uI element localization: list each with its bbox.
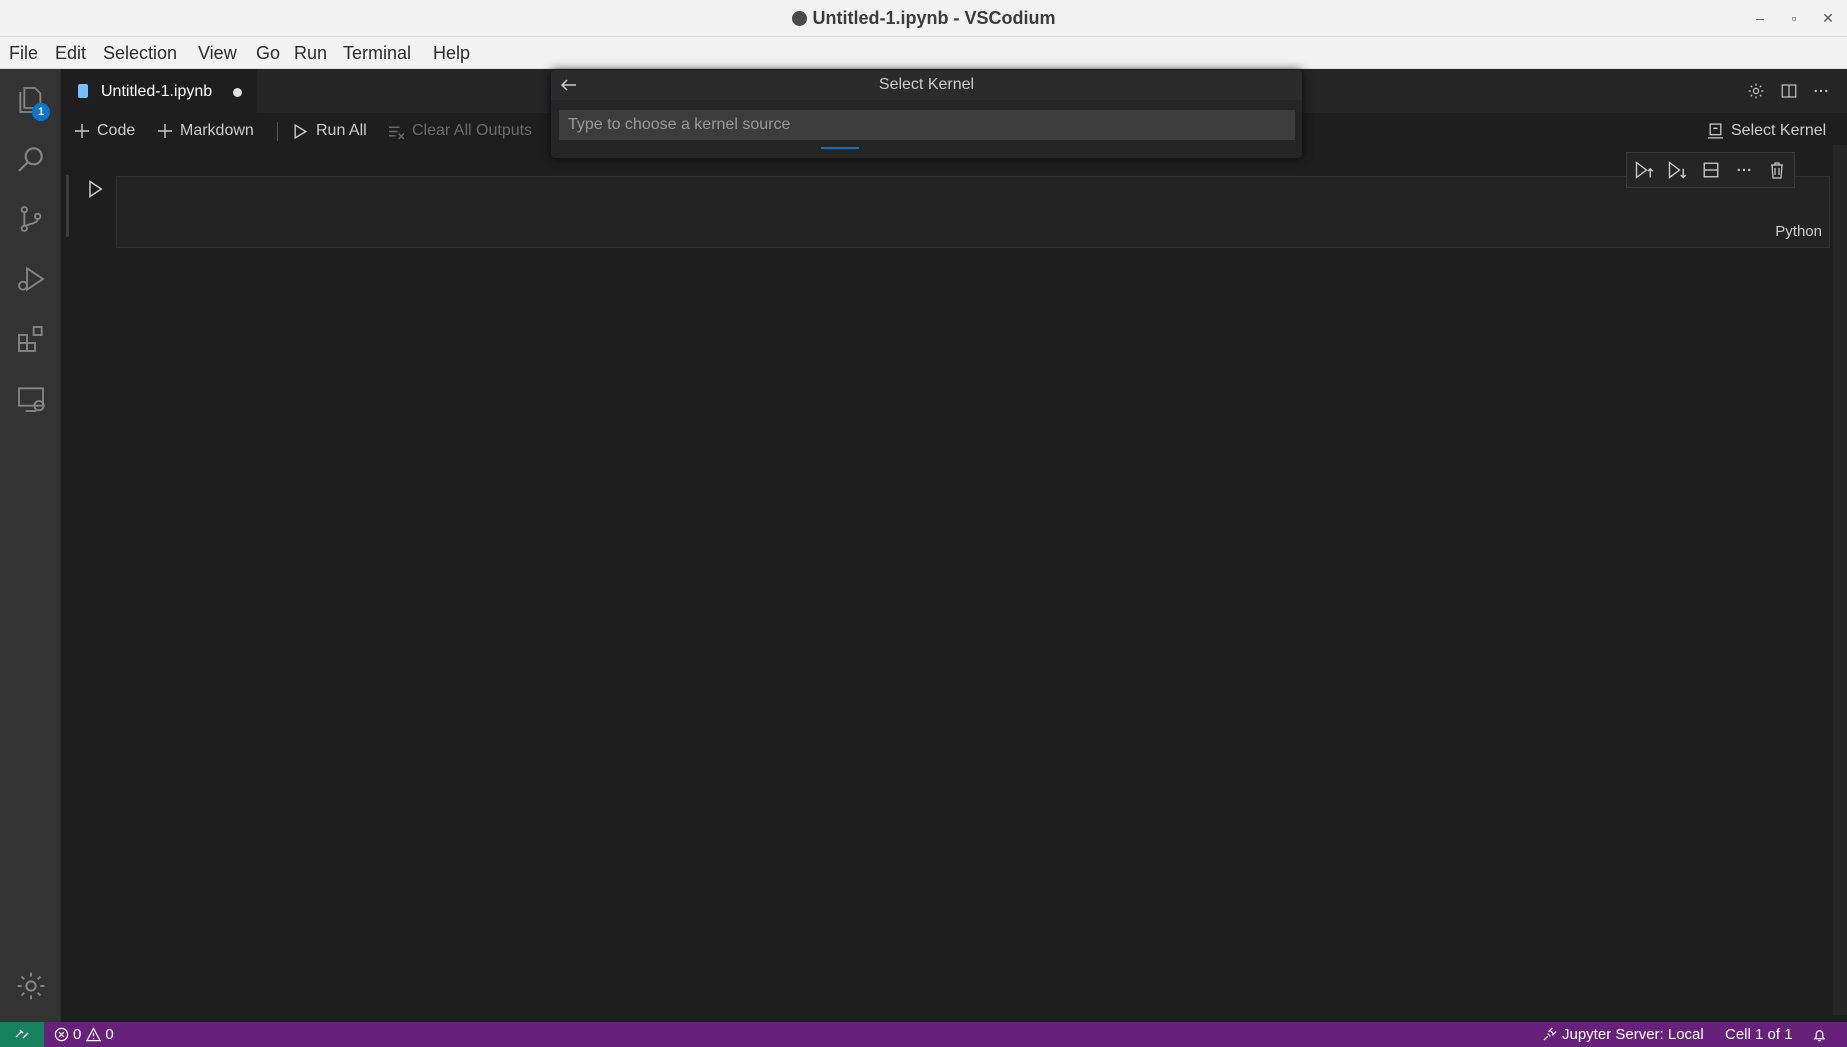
add-markdown-label: Markdown <box>180 122 254 139</box>
remote-explorer-icon[interactable] <box>0 371 61 427</box>
run-all-button[interactable]: Run All <box>292 113 367 149</box>
editor-scrollbar[interactable] <box>1833 145 1847 1015</box>
kernel-source-input[interactable] <box>559 110 1295 140</box>
run-debug-icon[interactable] <box>0 251 61 307</box>
plus-icon <box>75 124 89 138</box>
menu-view[interactable]: View <box>198 37 237 69</box>
cell-more-actions-icon[interactable] <box>1727 161 1760 179</box>
more-actions-icon[interactable] <box>1806 69 1836 113</box>
clear-all-outputs-button[interactable]: Clear All Outputs <box>388 113 532 149</box>
cell-language[interactable]: Python <box>1775 223 1822 240</box>
activity-bar: 1 <box>0 69 61 1022</box>
error-count: 0 <box>73 1026 82 1043</box>
plug-icon <box>1543 1027 1557 1041</box>
extensions-icon[interactable] <box>0 311 61 367</box>
notebook-settings-icon[interactable] <box>1741 69 1771 113</box>
select-kernel-button[interactable]: Select Kernel <box>1707 113 1826 149</box>
clear-outputs-icon <box>389 126 405 139</box>
menu-terminal[interactable]: Terminal <box>343 37 411 69</box>
tab-untitled-notebook[interactable]: Untitled-1.ipynb <box>61 69 257 113</box>
window-title: Untitled-1.ipynb - VSCodium <box>0 0 1847 37</box>
source-control-icon[interactable] <box>0 191 61 247</box>
title-bar: Untitled-1.ipynb - VSCodium – ▫ ✕ <box>0 0 1847 37</box>
cell-focus-indicator <box>66 175 69 237</box>
problems-indicator[interactable]: 0 0 <box>54 1022 114 1047</box>
run-all-label: Run All <box>316 122 367 139</box>
notebook-editor: Python <box>61 149 1847 1022</box>
split-editor-icon[interactable] <box>1774 69 1804 113</box>
add-markdown-cell-button[interactable]: Markdown <box>157 113 254 149</box>
jupyter-server-status[interactable]: Jupyter Server: Local <box>1542 1022 1704 1047</box>
run-all-icon <box>294 123 308 139</box>
explorer-badge: 1 <box>32 103 50 121</box>
cell-toolbar <box>1626 152 1795 188</box>
tab-label: Untitled-1.ipynb <box>101 83 213 100</box>
menu-selection[interactable]: Selection <box>103 37 177 69</box>
restore-button[interactable]: ▫ <box>1779 0 1809 37</box>
menu-edit[interactable]: Edit <box>55 37 86 69</box>
gear-icon[interactable] <box>0 958 61 1014</box>
menu-help[interactable]: Help <box>433 37 470 69</box>
select-kernel-quick-pick: Select Kernel <box>551 70 1302 158</box>
close-button[interactable]: ✕ <box>1813 0 1843 37</box>
execute-below-icon[interactable] <box>1660 160 1693 180</box>
select-kernel-label: Select Kernel <box>1731 122 1827 139</box>
error-icon <box>54 1027 69 1042</box>
loading-progress-bar <box>821 147 859 149</box>
status-bar: 0 0 Jupyter Server: Local Cell 1 of 1 <box>0 1022 1847 1047</box>
menu-bar: File Edit Selection View Go Run Terminal… <box>0 37 1847 69</box>
back-arrow-icon[interactable] <box>560 77 578 93</box>
add-code-label: Code <box>97 122 136 139</box>
search-icon[interactable] <box>0 131 61 187</box>
add-code-cell-button[interactable]: Code <box>74 113 135 149</box>
code-cell[interactable]: Python <box>116 176 1830 248</box>
menu-run[interactable]: Run <box>294 37 327 69</box>
execute-above-icon[interactable] <box>1627 160 1660 180</box>
toolbar-divider <box>277 122 278 141</box>
warning-count: 0 <box>105 1026 114 1043</box>
warning-icon <box>86 1027 102 1042</box>
notifications-bell-icon[interactable] <box>1812 1022 1827 1047</box>
clear-all-outputs-label: Clear All Outputs <box>412 122 533 139</box>
quick-pick-title: Select Kernel <box>551 70 1302 100</box>
app-icon <box>791 11 807 26</box>
jupyter-server-label: Jupyter Server: Local <box>1562 1026 1704 1043</box>
delete-cell-icon[interactable] <box>1761 161 1794 179</box>
menu-go[interactable]: Go <box>256 37 280 69</box>
remote-indicator-icon[interactable] <box>0 1022 44 1047</box>
plus-icon <box>158 124 172 138</box>
notebook-icon <box>78 84 88 98</box>
explorer-icon[interactable]: 1 <box>0 72 61 128</box>
split-cell-icon[interactable] <box>1694 161 1727 179</box>
cell-position[interactable]: Cell 1 of 1 <box>1725 1022 1793 1047</box>
server-icon <box>1708 122 1723 139</box>
run-cell-icon[interactable] <box>85 179 105 199</box>
minimize-button[interactable]: – <box>1745 0 1775 37</box>
menu-file[interactable]: File <box>9 37 38 69</box>
unsaved-dot-icon[interactable] <box>233 88 242 97</box>
